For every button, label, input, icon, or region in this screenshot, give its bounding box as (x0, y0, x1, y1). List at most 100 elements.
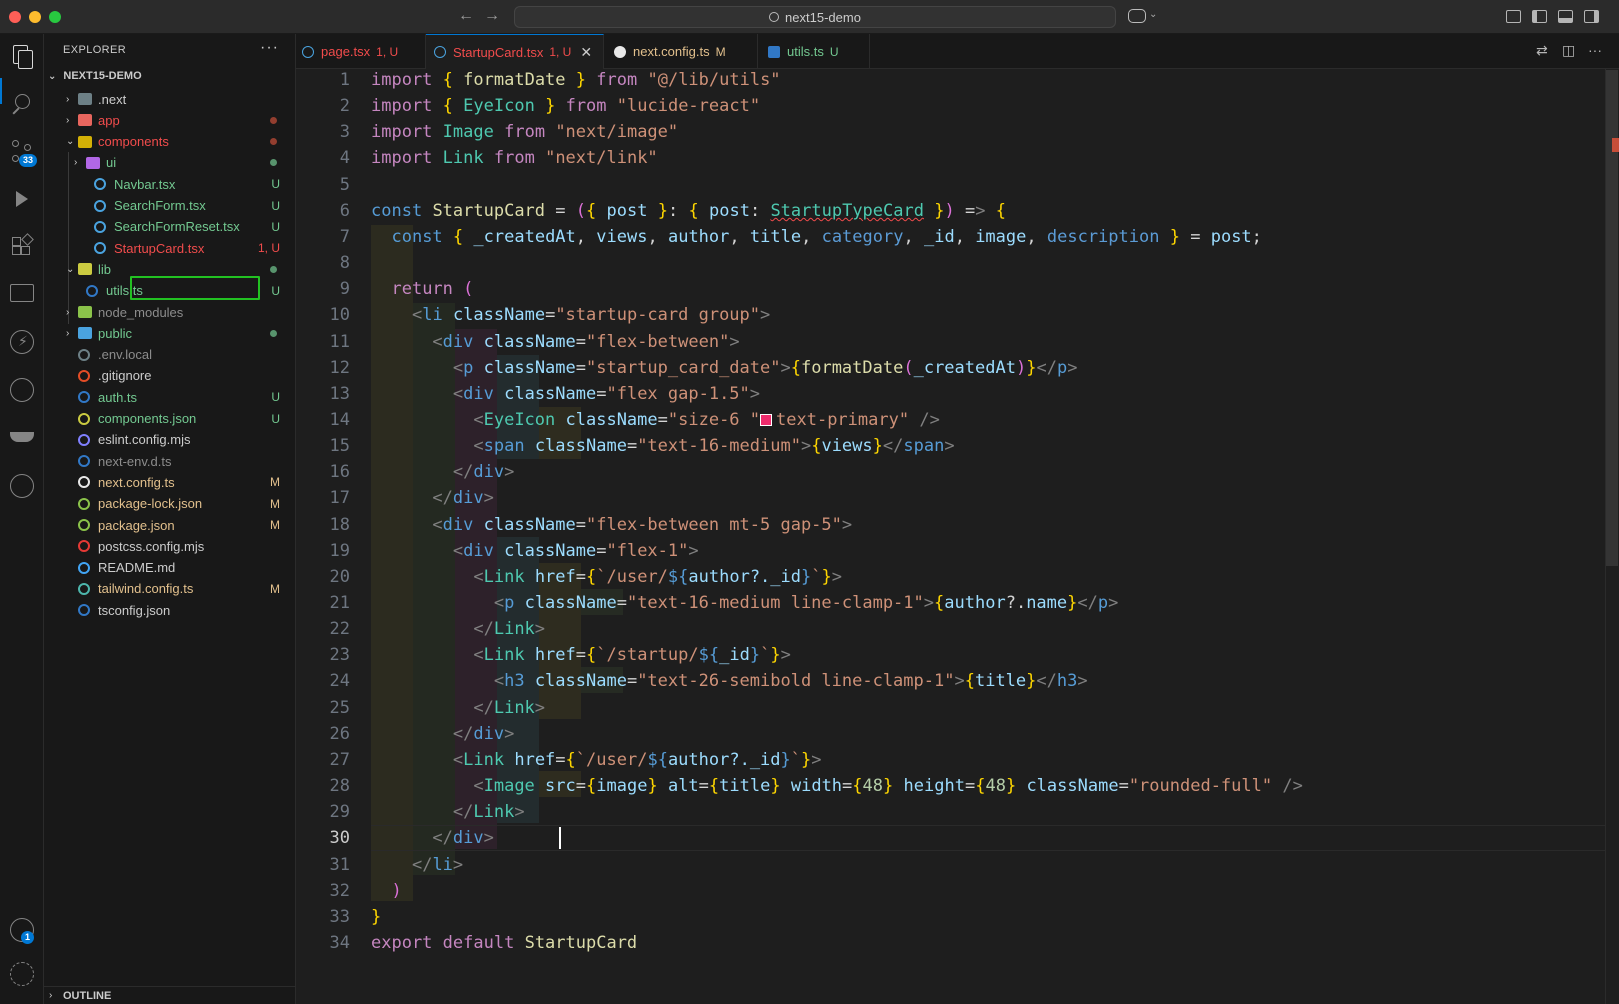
code-line[interactable]: 16 </div> (296, 459, 1605, 485)
git-graph-icon[interactable] (10, 378, 34, 402)
window-close-button[interactable] (9, 11, 21, 23)
timeline-icon[interactable] (10, 474, 34, 498)
toggle-primary-sidebar-icon[interactable] (1532, 10, 1547, 23)
tree-item[interactable]: eslint.config.mjs (44, 429, 295, 451)
source-control-icon[interactable]: 33 (10, 140, 38, 167)
tree-item[interactable]: SearchForm.tsx U (44, 195, 295, 217)
tree-item[interactable]: › .next (44, 88, 295, 110)
more-actions-icon[interactable]: ··· (260, 39, 279, 57)
tree-item[interactable]: .env.local (44, 344, 295, 366)
tab-utils-ts[interactable]: utils.ts U (758, 34, 870, 69)
toggle-secondary-sidebar-icon[interactable] (1584, 10, 1599, 23)
tree-item[interactable]: StartupCard.tsx 1, U (44, 237, 295, 259)
tree-item[interactable]: › ui (44, 152, 295, 174)
tree-item[interactable]: package.json M (44, 514, 295, 536)
tree-item[interactable]: .gitignore (44, 365, 295, 387)
chevron-right-icon[interactable]: › (66, 94, 76, 105)
chevron-right-icon[interactable]: › (66, 307, 76, 318)
tree-item[interactable]: ⌄ components (44, 131, 295, 153)
tree-item[interactable]: › app (44, 109, 295, 131)
run-debug-icon[interactable] (10, 188, 34, 212)
window-maximize-button[interactable] (49, 11, 61, 23)
code-line[interactable]: 21 <p className="text-16-medium line-cla… (296, 590, 1605, 616)
code-line[interactable]: 14 <EyeIcon className="size-6 " text-prim… (296, 407, 1605, 433)
tree-item[interactable]: README.md (44, 557, 295, 579)
code-line[interactable]: 7 const { _createdAt, views, author, tit… (296, 224, 1605, 250)
chevron-right-icon[interactable]: › (74, 157, 84, 168)
tree-item[interactable]: next.config.ts M (44, 471, 295, 493)
tab-next-config-ts[interactable]: next.config.ts M (604, 34, 758, 69)
tab-page-tsx[interactable]: page.tsx 1, U (296, 34, 426, 69)
code-line[interactable]: 29 </Link> (296, 799, 1605, 825)
code-line[interactable]: 13 <div className="flex gap-1.5"> (296, 381, 1605, 407)
window-minimize-button[interactable] (29, 11, 41, 23)
code-line[interactable]: 18 <div className="flex-between mt-5 gap… (296, 512, 1605, 538)
remote-explorer-icon[interactable] (10, 284, 34, 302)
code-line[interactable]: 23 <Link href={`/startup/${_id}`}> (296, 642, 1605, 668)
workspace-root[interactable]: ⌄ NEXT15-DEMO (48, 70, 142, 82)
tree-item[interactable]: › public (44, 322, 295, 344)
code-line[interactable]: 15 <span className="text-16-medium">{vie… (296, 433, 1605, 459)
split-editor-icon[interactable]: ◫ (1562, 42, 1575, 59)
code-line[interactable]: 2 import { EyeIcon } from "lucide-react" (296, 93, 1605, 119)
command-center-search[interactable]: next15-demo (514, 6, 1116, 28)
files-icon[interactable] (10, 44, 34, 69)
code-line[interactable]: 3 import Image from "next/image" (296, 119, 1605, 145)
code-line[interactable]: 22 </Link> (296, 616, 1605, 642)
code-line[interactable]: 11 <div className="flex-between"> (296, 329, 1605, 355)
code-line[interactable]: 12 <p className="startup_card_date">{for… (296, 355, 1605, 381)
back-arrow-icon[interactable]: ← (458, 7, 474, 25)
tree-item[interactable]: auth.ts U (44, 386, 295, 408)
code-line[interactable]: 9 return ( (296, 276, 1605, 302)
docker-icon[interactable] (10, 426, 34, 450)
tree-item[interactable]: tailwind.config.ts M (44, 578, 295, 600)
chevron-right-icon[interactable]: › (66, 328, 76, 339)
code-line[interactable]: 17 </div> (296, 485, 1605, 511)
more-actions-icon[interactable]: ··· (1588, 42, 1602, 58)
code-line[interactable]: 33} (296, 904, 1605, 930)
tab-startupcard-tsx[interactable]: StartupCard.tsx 1, U ✕ (426, 34, 604, 69)
code-line[interactable]: 10 <li className="startup-card group"> (296, 302, 1605, 328)
settings-icon[interactable] (10, 962, 34, 986)
customize-layout-icon[interactable] (1506, 10, 1521, 23)
code-line[interactable]: 30 </div> (296, 825, 1605, 851)
toggle-panel-icon[interactable] (1558, 10, 1573, 23)
code-line[interactable]: 19 <div className="flex-1"> (296, 538, 1605, 564)
code-line[interactable]: 34 export default StartupCard (296, 930, 1605, 956)
tree-item[interactable]: postcss.config.mjs (44, 535, 295, 557)
code-line[interactable]: 4 import Link from "next/link" (296, 145, 1605, 171)
tree-item[interactable]: Navbar.tsx U (44, 173, 295, 195)
code-line[interactable]: 8 (296, 250, 1605, 276)
code-line[interactable]: 25 </Link> (296, 695, 1605, 721)
search-icon[interactable] (10, 92, 34, 116)
close-icon[interactable]: ✕ (580, 44, 592, 61)
tree-item[interactable]: components.json U (44, 408, 295, 430)
extensions-icon[interactable] (10, 233, 34, 260)
chevron-down-icon[interactable]: ⌄ (66, 264, 76, 275)
copilot-icon[interactable] (1128, 9, 1146, 23)
code-line[interactable]: 24 <h3 className="text-26-semibold line-… (296, 668, 1605, 694)
code-line[interactable]: 28 <Image src={image} alt={title} width=… (296, 773, 1605, 799)
code-line[interactable]: 32 ) (296, 878, 1605, 904)
code-line[interactable]: 5 (296, 172, 1605, 198)
accounts-icon[interactable]: 1 (10, 918, 35, 944)
compare-changes-icon[interactable]: ⇄ (1536, 42, 1548, 59)
tree-item[interactable]: tsconfig.json (44, 599, 295, 621)
chevron-right-icon[interactable]: › (66, 115, 76, 126)
tree-item[interactable]: › node_modules (44, 301, 295, 323)
chevron-down-icon[interactable]: ⌄ (66, 136, 76, 147)
code-line[interactable]: 27 <Link href={`/user/${author?._id}`}> (296, 747, 1605, 773)
outline-section[interactable]: › OUTLINE (44, 986, 295, 1004)
code-line[interactable]: 20 <Link href={`/user/${author?._id}`}> (296, 564, 1605, 590)
tree-item[interactable]: next-env.d.ts (44, 450, 295, 472)
tree-item[interactable]: SearchFormReset.tsx U (44, 216, 295, 238)
chevron-down-icon[interactable]: ⌄ (1149, 9, 1157, 20)
lightning-icon[interactable]: ⚡ (10, 330, 34, 354)
code-editor[interactable]: 1 import { formatDate } from "@/lib/utils… (296, 69, 1605, 1004)
tree-item[interactable]: package-lock.json M (44, 493, 295, 515)
code-line[interactable]: 26 </div> (296, 721, 1605, 747)
code-line[interactable]: 1 import { formatDate } from "@/lib/utils… (296, 69, 1605, 93)
forward-arrow-icon[interactable]: → (484, 7, 500, 25)
code-line[interactable]: 31 </li> (296, 852, 1605, 878)
code-line[interactable]: 6 const StartupCard = ({ post }: { post: … (296, 198, 1605, 224)
